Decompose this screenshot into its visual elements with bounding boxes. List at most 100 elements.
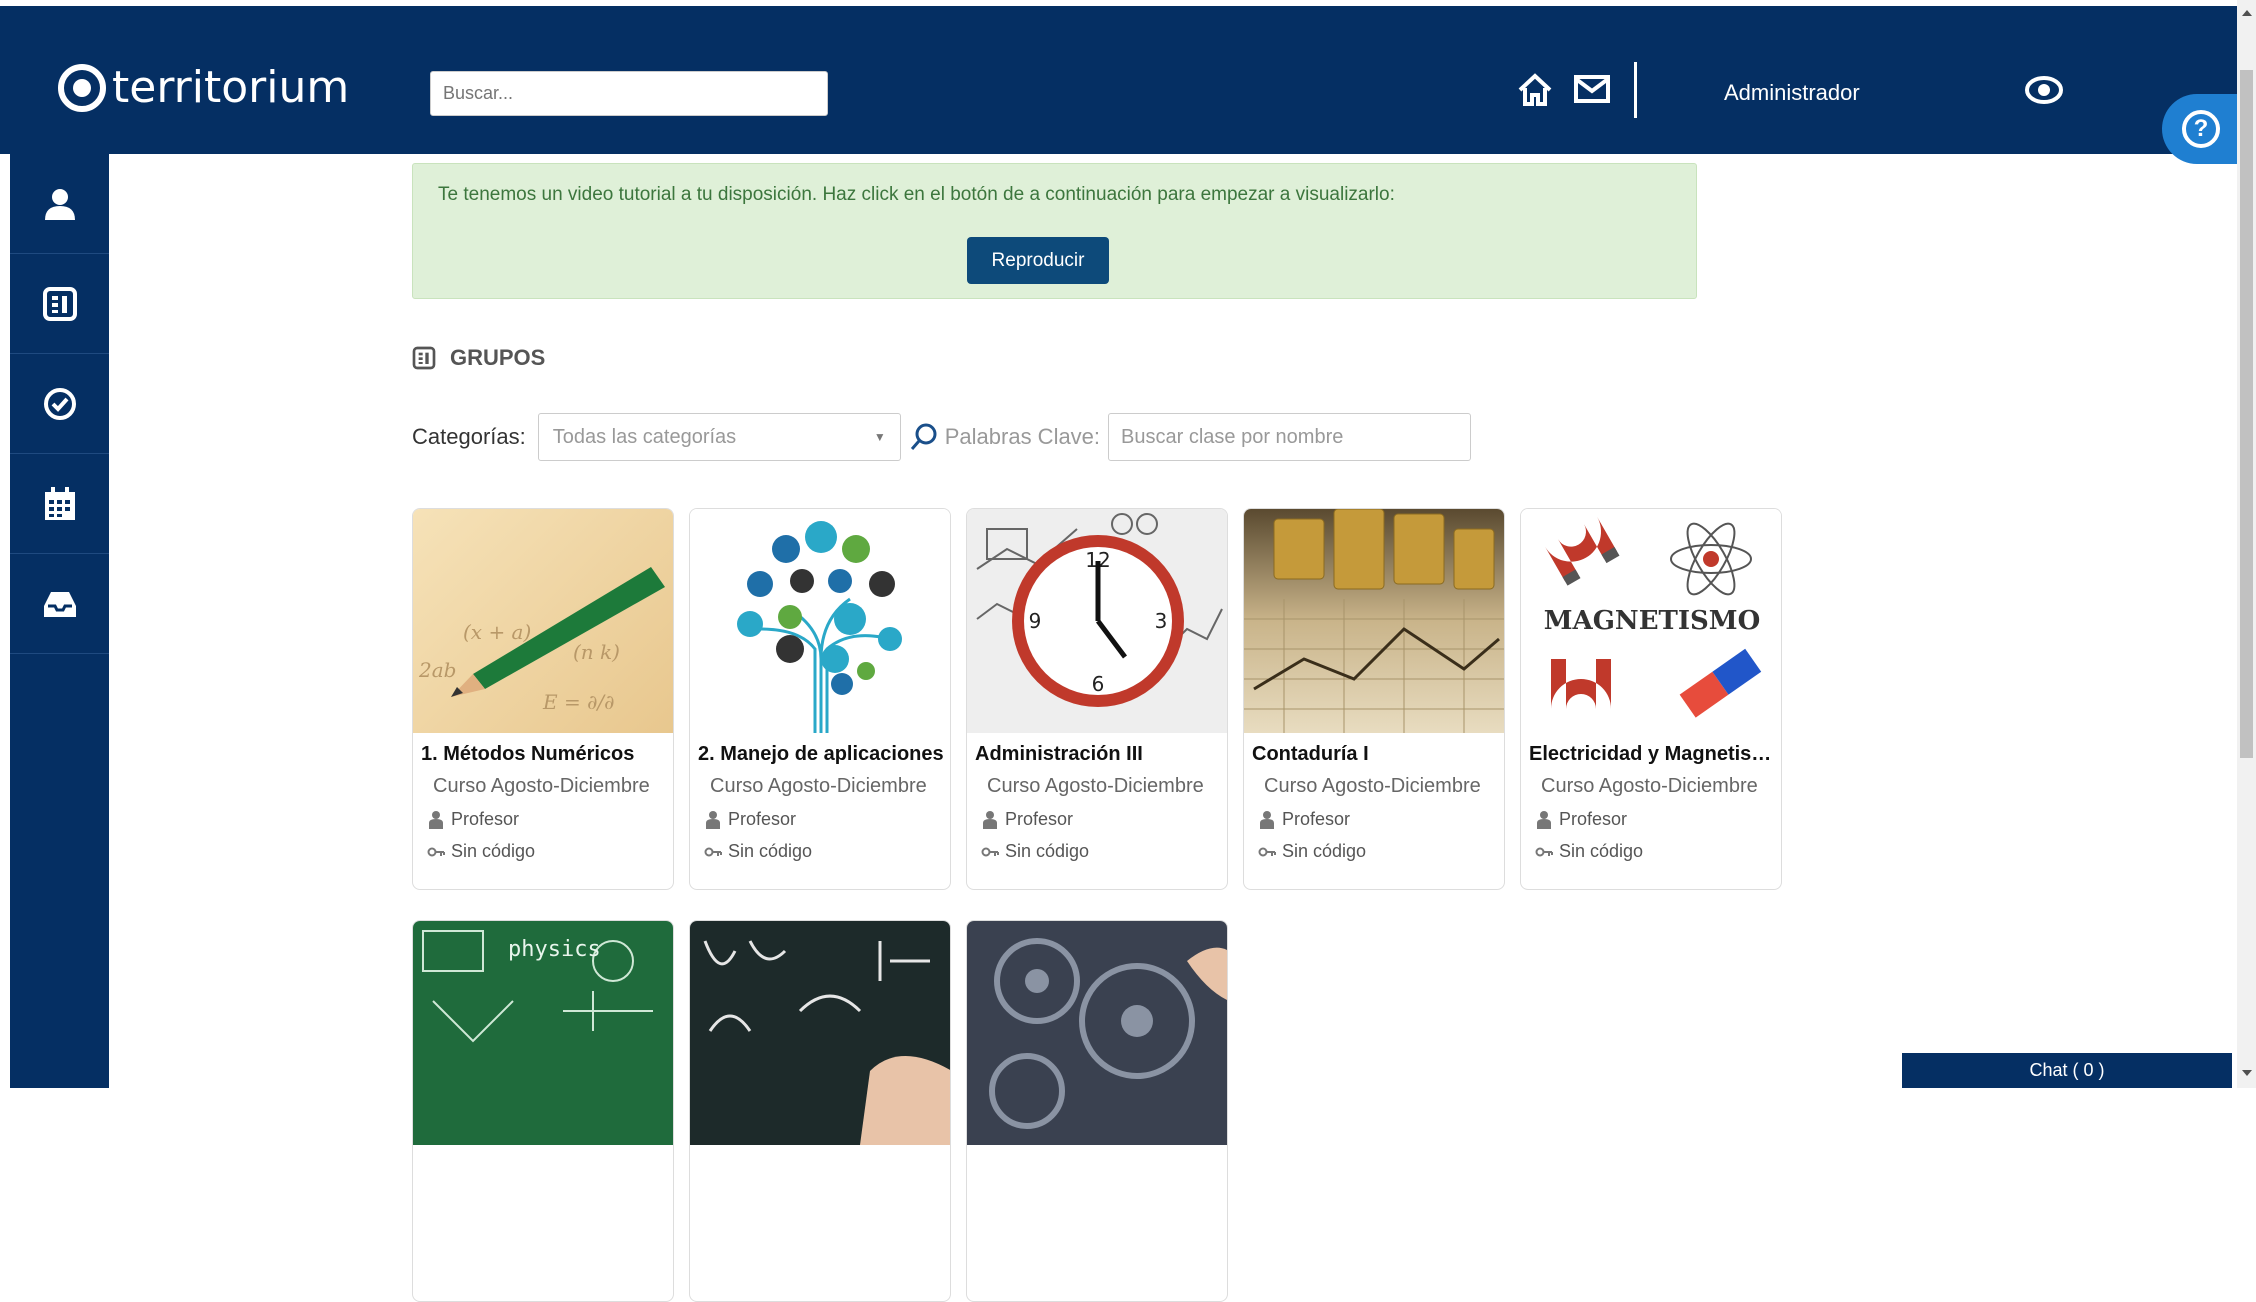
card-code: Sin código xyxy=(704,841,812,862)
chat-bar[interactable]: Chat ( 0 ) xyxy=(1902,1053,2232,1088)
group-card[interactable]: physics xyxy=(412,920,674,1302)
brand-name: territorium xyxy=(112,62,350,113)
card-title[interactable]: 1. Métodos Numéricos xyxy=(421,743,669,766)
user-icon xyxy=(1537,810,1551,829)
card-role-label: Profesor xyxy=(1005,809,1074,829)
card-thumbnail: physics xyxy=(413,921,673,1145)
svg-text:6: 6 xyxy=(1092,672,1105,696)
user-icon xyxy=(44,188,75,220)
tutorial-notice-text: Te tenemos un video tutorial a tu dispos… xyxy=(438,184,1395,205)
scrollbar-thumb[interactable] xyxy=(2240,70,2253,758)
search-input[interactable] xyxy=(430,71,828,116)
card-course: Curso Agosto-Diciembre xyxy=(710,775,927,797)
card-role-label: Profesor xyxy=(1559,809,1628,829)
card-code-label: Sin código xyxy=(1005,841,1090,861)
help-button[interactable]: ? xyxy=(2162,94,2238,164)
card-role: Profesor xyxy=(1260,809,1350,830)
keywords-label: Palabras Clave: xyxy=(944,424,1101,449)
user-icon xyxy=(706,810,720,829)
calendar-icon xyxy=(44,486,75,520)
card-title[interactable]: 2. Manejo de aplicaciones xyxy=(698,743,946,766)
card-course: Curso Agosto-Diciembre xyxy=(1264,775,1481,797)
territorium-logo[interactable]: territorium xyxy=(58,62,349,113)
play-tutorial-button[interactable]: Reproducir xyxy=(967,237,1109,284)
coins-chart-image xyxy=(1244,509,1504,733)
mail-icon[interactable] xyxy=(1573,74,1611,104)
eye-icon[interactable] xyxy=(2025,75,2063,105)
tutorial-notice: Te tenemos un video tutorial a tu dispos… xyxy=(412,163,1697,299)
physics-label: physics xyxy=(508,937,601,962)
gears-image xyxy=(989,938,1227,1129)
card-role: Profesor xyxy=(1537,809,1627,830)
keywords-input[interactable]: Buscar clase por nombre xyxy=(1108,413,1472,461)
help-icon: ? xyxy=(2182,110,2220,148)
card-code-label: Sin código xyxy=(1282,841,1367,861)
sidebar-item-calendar[interactable] xyxy=(10,454,109,554)
sidebar-item-profile[interactable] xyxy=(10,154,109,254)
sidebar xyxy=(10,154,109,1088)
group-card[interactable]: MAGNETISMO Electricidad y Magnetismo Cur… xyxy=(1520,508,1782,890)
card-role-label: Profesor xyxy=(1282,809,1351,829)
categories-select[interactable]: Todas las categorías ▼ xyxy=(537,413,901,461)
search-icon[interactable] xyxy=(909,422,939,452)
sidebar-item-groups[interactable] xyxy=(10,254,109,354)
card-code: Sin código xyxy=(1535,841,1643,862)
check-circle-icon xyxy=(43,387,76,420)
card-title[interactable]: Electricidad y Magnetismo xyxy=(1529,743,1777,766)
card-role: Profesor xyxy=(429,809,519,830)
user-icon xyxy=(429,810,443,829)
card-course: Curso Agosto-Diciembre xyxy=(1541,775,1758,797)
inbox-icon xyxy=(43,591,76,617)
sidebar-item-tasks[interactable] xyxy=(10,354,109,454)
sidebar-item-inbox[interactable] xyxy=(10,554,109,654)
groups-icon xyxy=(42,286,77,321)
filter-row: Categorías: Todas las categorías ▼ Palab… xyxy=(412,413,1472,461)
group-card[interactable] xyxy=(689,920,951,1302)
card-code: Sin código xyxy=(1258,841,1366,862)
chevron-down-icon: ▼ xyxy=(873,430,886,444)
card-role-label: Profesor xyxy=(728,809,797,829)
card-course: Curso Agosto-Diciembre xyxy=(433,775,650,797)
card-role-label: Profesor xyxy=(451,809,520,829)
algebra-chalkboard-image xyxy=(703,940,950,1145)
card-code: Sin código xyxy=(427,841,535,862)
card-title[interactable]: Contaduría I xyxy=(1252,743,1500,766)
svg-text:3: 3 xyxy=(1155,609,1168,633)
tech-tree-image xyxy=(737,521,902,733)
header-divider xyxy=(1634,62,1637,118)
group-card[interactable]: Contaduría I Curso Agosto-Diciembre Prof… xyxy=(1243,508,1505,890)
group-card[interactable]: (x + a) 2ab E = ∂/∂ (n k) 1. Métodos Numéri… xyxy=(412,508,674,890)
eye-logo-icon xyxy=(58,63,106,112)
pencil-math-image: (x + a) 2ab E = ∂/∂ (n k) xyxy=(418,567,665,714)
card-title[interactable]: Administración III xyxy=(975,743,1223,766)
group-card[interactable] xyxy=(966,920,1228,1302)
card-thumbnail: (x + a) 2ab E = ∂/∂ (n k) xyxy=(413,509,673,733)
scroll-down-arrow[interactable] xyxy=(2242,1070,2252,1076)
svg-text:(x + a): (x + a) xyxy=(463,620,531,644)
key-icon xyxy=(704,847,722,856)
card-thumbnail xyxy=(690,921,950,1145)
card-code: Sin código xyxy=(981,841,1089,862)
svg-text:9: 9 xyxy=(1029,609,1042,633)
svg-text:(n k): (n k) xyxy=(573,640,620,664)
home-icon[interactable] xyxy=(1517,72,1553,108)
user-name[interactable]: Administrador xyxy=(1724,80,1889,106)
card-thumbnail xyxy=(690,509,950,733)
card-role: Profesor xyxy=(983,809,1073,830)
groups-icon xyxy=(412,346,436,370)
groups-title: GRUPOS xyxy=(450,345,546,370)
key-icon xyxy=(427,847,445,856)
categories-selected-value: Todas las categorías xyxy=(552,425,737,448)
card-course: Curso Agosto-Diciembre xyxy=(987,775,1204,797)
group-card[interactable]: 2. Manejo de aplicaciones Curso Agosto-D… xyxy=(689,508,951,890)
group-card[interactable]: 12 3 6 9 Administración III Curso Agosto-Di… xyxy=(966,508,1228,890)
magnetism-image: MAGNETISMO xyxy=(1544,516,1762,718)
user-icon xyxy=(983,810,997,829)
key-icon xyxy=(1258,847,1276,856)
svg-text:2ab: 2ab xyxy=(418,658,456,682)
card-thumbnail xyxy=(967,921,1227,1145)
categories-label: Categorías: xyxy=(412,424,526,449)
key-icon xyxy=(1535,847,1553,856)
card-code-label: Sin código xyxy=(1559,841,1644,861)
scroll-up-arrow[interactable] xyxy=(2242,10,2252,16)
